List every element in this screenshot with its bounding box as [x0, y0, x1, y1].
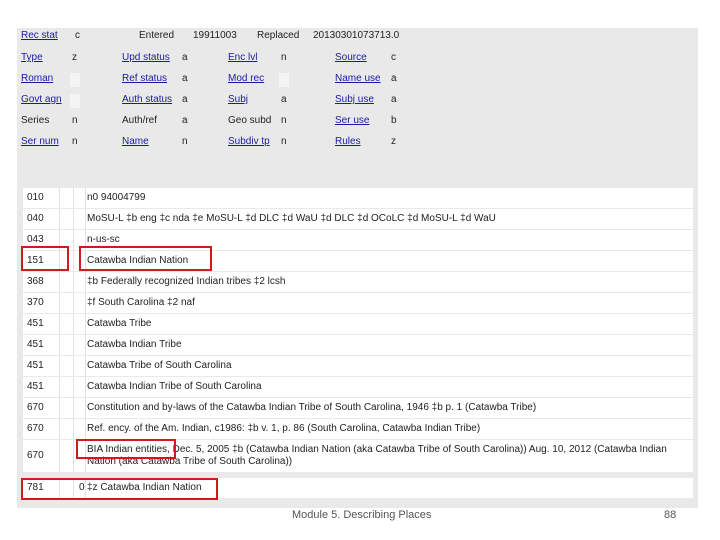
fixed-row: Series n Auth/ref a Geo subd n Ser use b: [17, 115, 698, 131]
fixed-field-value[interactable]: a: [391, 73, 397, 84]
highlight-box-670-source: [76, 439, 176, 459]
field-content[interactable]: Ref. ency. of the Am. Indian, c1986: ‡b …: [87, 423, 687, 435]
fixed-row: Type z Upd status a Enc lvl n Source c: [17, 52, 698, 68]
highlight-box-151-content: [79, 246, 212, 271]
fixed-field-label[interactable]: Ref status: [122, 73, 167, 84]
field-tag: 370: [27, 297, 44, 308]
fixed-field-value[interactable]: n: [281, 136, 287, 147]
field-tag: 451: [27, 360, 44, 371]
fixed-field-label[interactable]: Mod rec: [228, 73, 264, 84]
fixed-field-label[interactable]: Auth status: [122, 94, 172, 105]
fixed-field-label[interactable]: Type: [21, 52, 43, 63]
page-number: 88: [664, 509, 677, 521]
fixed-field-value[interactable]: c: [391, 52, 396, 63]
fixed-field-value[interactable]: n: [72, 115, 78, 126]
marc-field-370[interactable]: 370 ‡f South Carolina ‡2 naf: [23, 293, 693, 313]
field-tag: 010: [27, 192, 44, 203]
replaced-value: 20130301073713.0: [313, 30, 400, 41]
rec-stat-value: c: [75, 30, 80, 41]
fixed-field-value[interactable]: z: [72, 52, 77, 63]
field-content[interactable]: Catawba Indian Tribe of South Carolina: [87, 381, 687, 393]
marc-field-451[interactable]: 451 Catawba Indian Tribe of South Caroli…: [23, 377, 693, 397]
field-content[interactable]: Catawba Indian Tribe: [87, 339, 687, 351]
fixed-field-value[interactable]: a: [281, 94, 287, 105]
field-content[interactable]: n-us-sc: [87, 234, 687, 246]
field-content[interactable]: n0 94004799: [87, 192, 687, 204]
field-tag: 451: [27, 339, 44, 350]
marc-field-451[interactable]: 451 Catawba Tribe: [23, 314, 693, 334]
fixed-field-value[interactable]: a: [182, 115, 188, 126]
highlight-box-781: [21, 478, 218, 500]
rec-stat-label[interactable]: Rec stat: [21, 30, 58, 41]
highlight-box-151-tag: [21, 246, 69, 271]
marc-field-451[interactable]: 451 Catawba Tribe of South Carolina: [23, 356, 693, 376]
fixed-field-label[interactable]: Upd status: [122, 52, 170, 63]
fixed-field-value[interactable]: n: [72, 136, 78, 147]
field-content[interactable]: Constitution and by-laws of the Catawba …: [87, 402, 687, 414]
fixed-field-label[interactable]: Name: [122, 136, 149, 147]
fixed-row: Roman Ref status a Mod rec Name use a: [17, 73, 698, 89]
fixed-field-value[interactable]: n: [281, 52, 287, 63]
field-tag: 368: [27, 276, 44, 287]
marc-field-670[interactable]: 670 Ref. ency. of the Am. Indian, c1986:…: [23, 419, 693, 439]
fixed-field-label[interactable]: Rules: [335, 136, 361, 147]
marc-field-451[interactable]: 451 Catawba Indian Tribe: [23, 335, 693, 355]
field-tag: 451: [27, 318, 44, 329]
marc-field-368[interactable]: 368 ‡b Federally recognized Indian tribe…: [23, 272, 693, 292]
fixed-field-label[interactable]: Roman: [21, 73, 53, 84]
fixed-field-label[interactable]: Name use: [335, 73, 381, 84]
fixed-row: Govt agn Auth status a Subj a Subj use a: [17, 94, 698, 110]
fixed-field-value[interactable]: n: [182, 136, 188, 147]
field-tag: 670: [27, 423, 44, 434]
field-tag: 670: [27, 402, 44, 413]
marc-field-670[interactable]: 670 Constitution and by-laws of the Cata…: [23, 398, 693, 418]
fixed-field-label[interactable]: Enc lvl: [228, 52, 257, 63]
fixed-field-label[interactable]: Ser num: [21, 136, 59, 147]
entered-label: Entered: [139, 30, 175, 41]
fixed-field-label[interactable]: Subj: [228, 94, 248, 105]
field-content[interactable]: MoSU-L ‡b eng ‡c nda ‡e MoSU-L ‡d DLC ‡d…: [87, 213, 687, 225]
fixed-field-value[interactable]: a: [182, 52, 188, 63]
fixed-field-value[interactable]: [279, 73, 289, 87]
field-tag: 670: [27, 450, 44, 461]
field-tag: 040: [27, 213, 44, 224]
field-tag: 043: [27, 234, 44, 245]
fixed-field-value[interactable]: b: [391, 115, 397, 126]
fixed-field-value[interactable]: a: [391, 94, 397, 105]
field-content[interactable]: Catawba Tribe: [87, 318, 687, 330]
fixed-field-label[interactable]: Ser use: [335, 115, 369, 126]
fixed-field-value[interactable]: a: [182, 73, 188, 84]
fixed-field-label: Auth/ref: [122, 115, 158, 126]
fixed-field-value[interactable]: [70, 94, 80, 108]
fixed-field-value[interactable]: a: [182, 94, 188, 105]
fixed-field-label[interactable]: Source: [335, 52, 367, 63]
fixed-field-value[interactable]: n: [281, 115, 287, 126]
field-content[interactable]: ‡b Federally recognized Indian tribes ‡2…: [87, 276, 687, 288]
marc-field-040[interactable]: 040 MoSU-L ‡b eng ‡c nda ‡e MoSU-L ‡d DL…: [23, 209, 693, 229]
fixed-field-label[interactable]: Govt agn: [21, 94, 62, 105]
marc-field-010[interactable]: 010 n0 94004799: [23, 188, 693, 208]
fixed-field-value[interactable]: [70, 73, 80, 87]
footer-title: Module 5. Describing Places: [292, 509, 432, 521]
fixed-field-label[interactable]: Subdiv tp: [228, 136, 270, 147]
field-tag: 451: [27, 381, 44, 392]
fixed-field-label: Geo subd: [228, 115, 272, 126]
entered-value: 19911003: [193, 30, 237, 41]
field-content[interactable]: BIA Indian entities, Dec. 5, 2005 ‡b (Ca…: [87, 444, 687, 468]
fixed-field-value[interactable]: z: [391, 136, 396, 147]
replaced-label: Replaced: [257, 30, 300, 41]
fixed-row: Ser num n Name n Subdiv tp n Rules z: [17, 136, 698, 152]
record-header: Rec stat c Entered 19911003 Replaced 201…: [17, 30, 698, 44]
fixed-field-label[interactable]: Subj use: [335, 94, 374, 105]
field-content[interactable]: Catawba Tribe of South Carolina: [87, 360, 687, 372]
field-content[interactable]: ‡f South Carolina ‡2 naf: [87, 297, 687, 309]
fixed-field-label: Series: [21, 115, 50, 126]
